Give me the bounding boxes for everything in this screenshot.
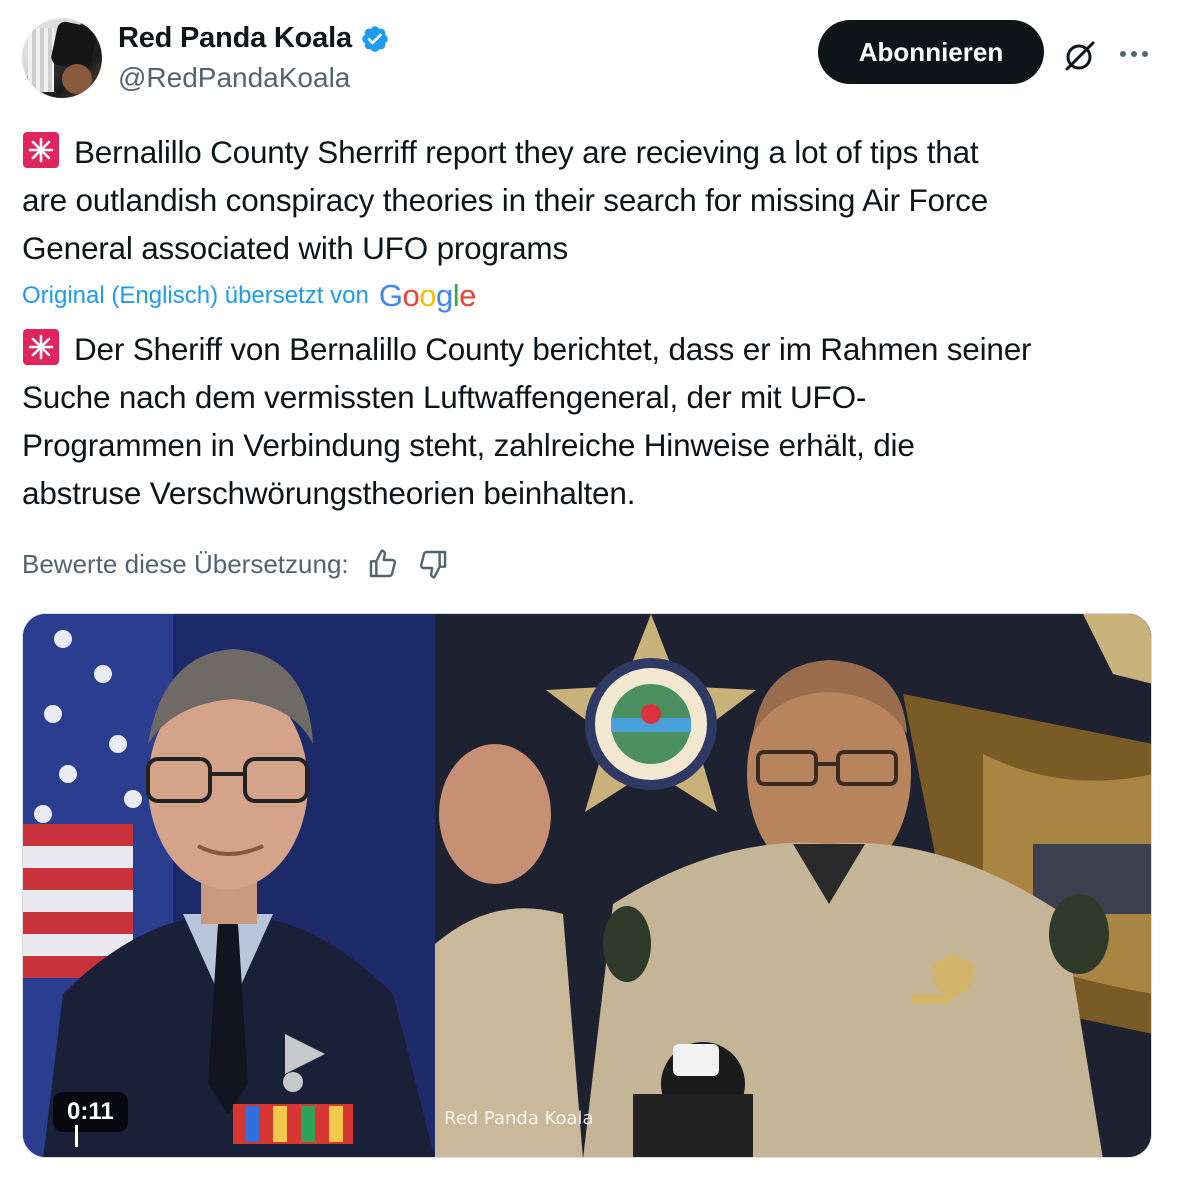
google-logo: Google [378,278,477,313]
siren-icon [23,329,59,365]
author-name[interactable]: Red Panda Koala [118,22,352,55]
post-translated-line-text: Der Sheriff von Bernalillo County berich… [74,331,1032,367]
translation-attribution-link[interactable]: Original (Englisch) übersetzt von [22,282,369,310]
post-translated-text: Der Sheriff von Bernalillo County berich… [22,325,1162,517]
translation-rating: Bewerte diese Übersetzung: [22,548,449,580]
post-translated-line: Suche nach dem vermissten Luftwaffengene… [22,379,867,415]
post-original-line: are outlandish conspiracy theories in th… [22,182,989,218]
verified-badge-icon [362,25,388,52]
video-watermark: Red Panda Koala [444,1108,594,1129]
avatar[interactable] [22,18,102,98]
post-original-line-text: Bernalillo County Sherriff report they a… [74,134,979,170]
video-player[interactable]: 0:11 [22,613,1152,1158]
rating-label: Bewerte diese Übersetzung: [22,548,349,579]
post-original-line: Bernalillo County Sherriff report they a… [22,128,1152,176]
post-translated-line: abstruse Verschwörungstheorien beinhalte… [22,475,636,511]
author-handle[interactable]: @RedPandaKoala [118,62,350,94]
post-translated-line: Programmen in Verbindung steht, zahlreic… [22,427,915,463]
video-frame [23,614,1151,1157]
video-progress-bar[interactable] [75,1125,78,1147]
post-translated-line: Der Sheriff von Bernalillo County berich… [22,325,1162,373]
post-original-line: General associated with UFO programs [22,230,569,266]
video-duration: 0:11 [53,1092,128,1132]
more-icon[interactable] [1118,40,1150,68]
translation-attribution[interactable]: Original (Englisch) übersetzt von Google [22,278,476,314]
thumbs-down-icon[interactable] [417,548,449,580]
author-name-row[interactable]: Red Panda Koala [118,22,390,55]
thumbs-up-icon[interactable] [367,548,399,580]
post-original-text: Bernalillo County Sherriff report they a… [22,128,1152,272]
follow-button[interactable]: Abonnieren [818,20,1044,84]
siren-icon [23,132,59,168]
grok-icon[interactable] [1062,38,1098,74]
